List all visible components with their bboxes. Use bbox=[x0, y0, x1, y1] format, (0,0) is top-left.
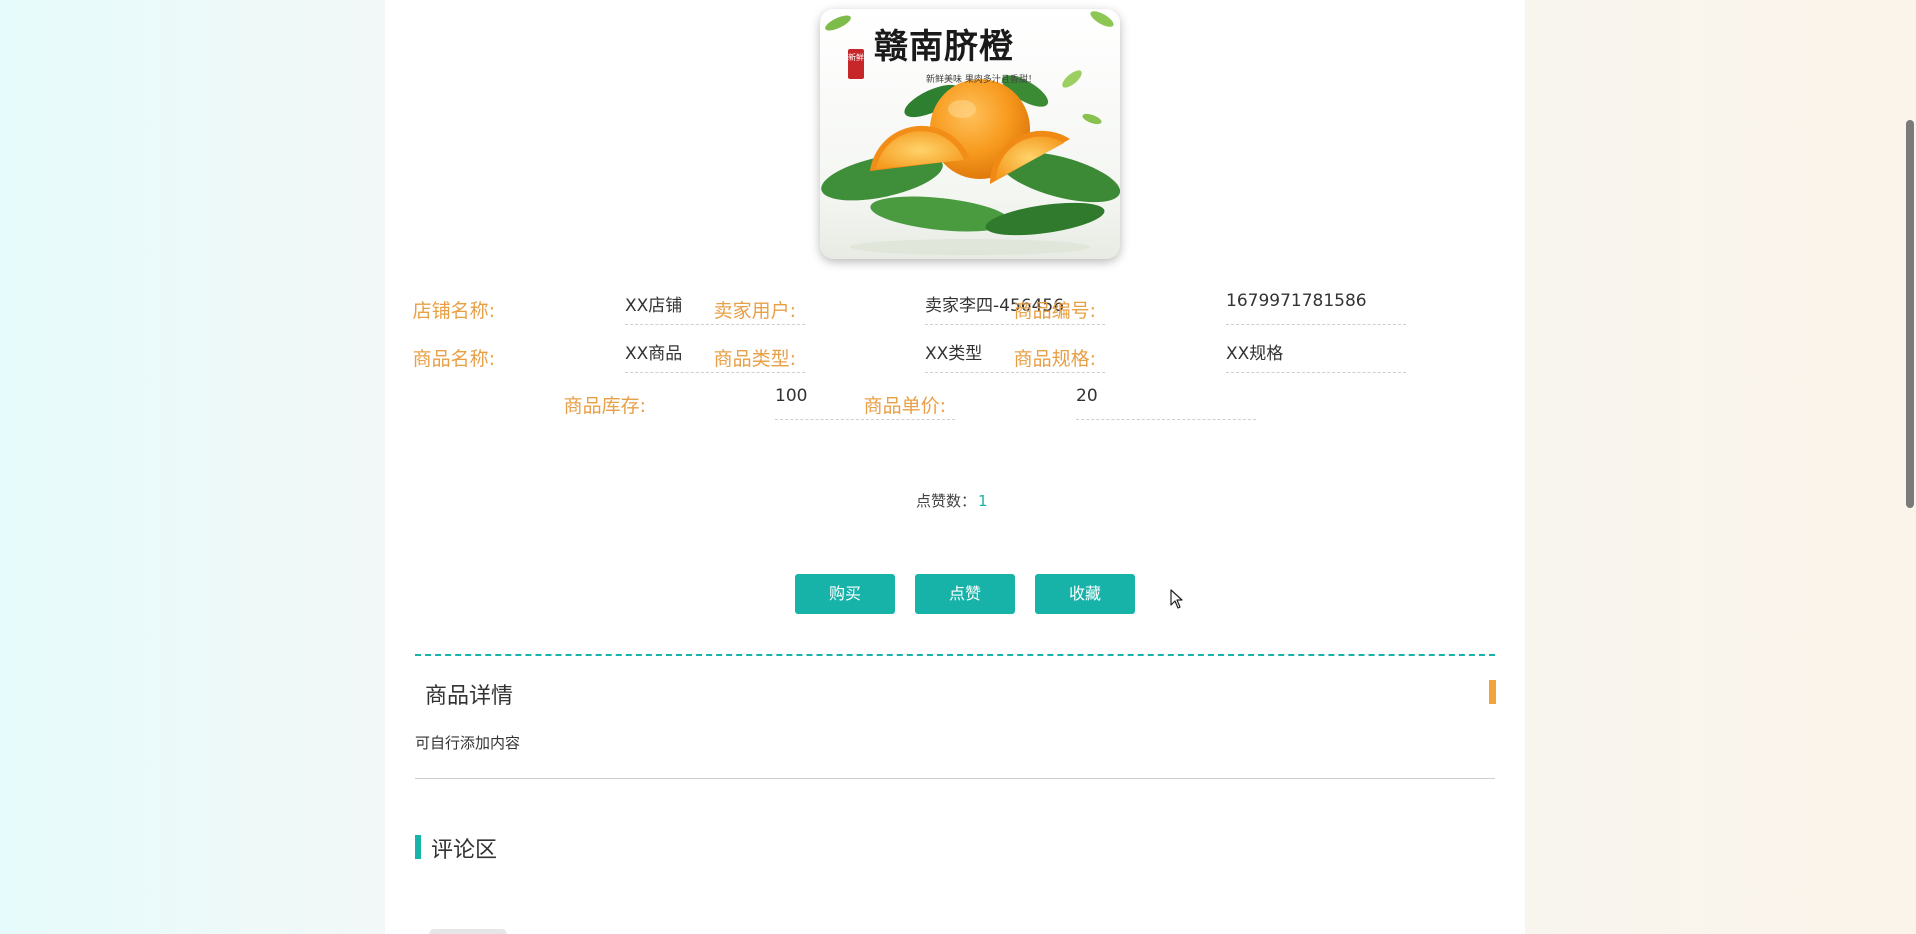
product-id-value: 1679971781586 bbox=[1226, 291, 1406, 325]
product-spec-label: 商品规格: bbox=[1013, 348, 1096, 370]
product-spec-value: XX规格 bbox=[1226, 339, 1406, 373]
product-type-label: 商品类型: bbox=[713, 348, 796, 370]
product-id-label: 商品编号: bbox=[1013, 300, 1096, 322]
page-scrollbar[interactable] bbox=[1904, 0, 1916, 934]
likes-label: 点赞数： bbox=[916, 492, 977, 510]
details-content: 可自行添加内容 bbox=[415, 734, 521, 752]
image-subtitle: 新鲜美味 果肉多汁且香甜！ bbox=[926, 75, 1037, 85]
likes-number: 1 bbox=[978, 492, 988, 510]
price-label: 商品单价: bbox=[863, 395, 946, 417]
seller-label: 卖家用户: bbox=[713, 300, 796, 322]
stock-label: 商品库存: bbox=[563, 395, 646, 417]
details-divider bbox=[415, 778, 1495, 779]
seal-stamp: 新鲜 bbox=[848, 49, 864, 79]
price-value: 20 bbox=[1076, 386, 1256, 420]
likes-count: 点赞数： 1 bbox=[916, 490, 988, 511]
product-image: 新鲜 赣南脐橙 新鲜美味 果肉多汁且香甜！ bbox=[820, 9, 1120, 259]
buy-button[interactable]: 购买 bbox=[795, 574, 895, 614]
comments-title: 评论区 bbox=[431, 838, 498, 863]
comment-input-tab[interactable] bbox=[429, 929, 507, 934]
like-button[interactable]: 点赞 bbox=[915, 574, 1015, 614]
section-divider bbox=[415, 654, 1495, 656]
title-accent-marker bbox=[1489, 680, 1496, 704]
product-detail-panel: 新鲜 赣南脐橙 新鲜美味 果肉多汁且香甜！ 店铺名称: XX店铺 卖家用户: 卖… bbox=[385, 0, 1525, 934]
favorite-button[interactable]: 收藏 bbox=[1035, 574, 1135, 614]
details-title: 商品详情 bbox=[425, 684, 514, 709]
scrollbar-thumb[interactable] bbox=[1906, 120, 1914, 508]
comment-accent-bar bbox=[415, 835, 421, 859]
image-title: 赣南脐橙 bbox=[874, 27, 1014, 67]
product-name-label: 商品名称: bbox=[412, 348, 495, 370]
mouse-cursor-icon bbox=[1170, 589, 1184, 613]
shop-name-label: 店铺名称: bbox=[412, 300, 495, 322]
